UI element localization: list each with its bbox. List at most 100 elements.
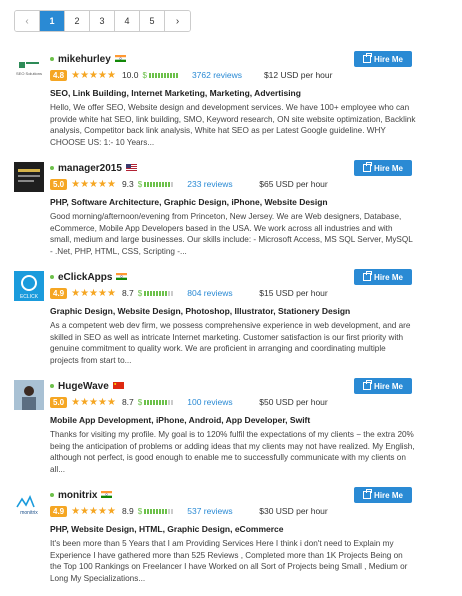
earnings-bar-segment [156, 399, 159, 405]
page-4-button[interactable]: 4 [115, 11, 140, 31]
hire-me-button[interactable]: Hire Me [354, 378, 412, 394]
earnings-bar-segment [168, 181, 171, 187]
country-flag-icon [125, 163, 137, 173]
avatar-text: ECLICK [20, 294, 39, 300]
earnings-bar-segment [144, 508, 147, 514]
rating-badge: 4.8 [50, 69, 68, 81]
earnings-bar-segment [147, 181, 150, 187]
name-row: mikehurley [50, 52, 126, 66]
online-status-dot [50, 384, 54, 388]
avatar[interactable]: monitrix [14, 489, 44, 519]
username-link[interactable]: mikehurley [58, 54, 111, 65]
reviews-link[interactable]: 537 reviews [187, 506, 259, 516]
page-2-button[interactable]: 2 [65, 11, 90, 31]
freelancer-card: manager2015 5.0 ★★★★★ 9.3 $233 reviews $65 US… [0, 157, 462, 266]
next-page-button[interactable]: › [165, 11, 190, 31]
earnings-bar-segment [144, 399, 147, 405]
hire-me-button[interactable]: Hire Me [354, 487, 412, 503]
hourly-rate: $65 USD per hour [259, 179, 328, 189]
profile-description: Hello, We offer SEO, Website design and … [50, 103, 416, 147]
earnings-bar-segment [160, 72, 163, 78]
dollar-icon: $ [137, 288, 143, 298]
reviews-link[interactable]: 804 reviews [187, 288, 259, 298]
earnings-bar-segment [162, 290, 165, 296]
hire-me-button[interactable]: Hire Me [354, 51, 412, 67]
country-flag-icon [101, 490, 113, 500]
hourly-rate: $30 USD per hour [259, 506, 328, 516]
briefcase-icon [363, 489, 373, 499]
earnings-bar-segment [156, 181, 159, 187]
earnings-bar-segment [156, 508, 159, 514]
username-link[interactable]: monitrix [58, 490, 97, 501]
earnings-bar [144, 508, 174, 514]
prev-page-button[interactable]: ‹ [15, 11, 40, 31]
earnings-bar-segment [153, 181, 156, 187]
earnings-bar-segment [162, 181, 165, 187]
name-row: eClickApps [50, 270, 128, 284]
rating-badge: 4.9 [50, 287, 68, 299]
reviews-link[interactable]: 233 reviews [187, 179, 259, 189]
page-3-button[interactable]: 3 [90, 11, 115, 31]
page-5-button[interactable]: 5 [140, 11, 165, 31]
briefcase-icon [363, 271, 373, 281]
rating-badge: 5.0 [50, 178, 68, 190]
name-row: manager2015 [50, 161, 137, 175]
hire-me-label: Hire Me [374, 381, 403, 391]
earnings-bar-segment [175, 72, 178, 78]
earnings-bar-segment [171, 290, 174, 296]
earnings-bar-segment [157, 72, 160, 78]
earnings-bar-segment [159, 508, 162, 514]
earnings-bar-segment [162, 399, 165, 405]
avatar[interactable]: SEO Solutions [14, 53, 44, 83]
hire-me-label: Hire Me [374, 163, 403, 173]
country-flag-icon [114, 54, 126, 64]
freelancer-list: SEO Solutions mikehurley 4.8 ★★★★★ 10.0 $3762… [0, 48, 462, 593]
earnings-bar-segment [147, 290, 150, 296]
star-rating-icon: ★★★★★ [71, 178, 116, 190]
reviews-link[interactable]: 100 reviews [187, 397, 259, 407]
rating-badge: 5.0 [50, 396, 68, 408]
username-link[interactable]: HugeWave [58, 381, 109, 392]
earnings-bar-segment [171, 508, 174, 514]
avatar[interactable] [14, 380, 44, 410]
username-link[interactable]: manager2015 [58, 163, 122, 174]
username-link[interactable]: eClickApps [58, 272, 112, 283]
dollar-icon: $ [142, 70, 147, 80]
earnings-score: 8.7 [121, 397, 134, 407]
pagination: ‹ 1 2 3 4 5 › [14, 10, 191, 32]
earnings-bar-segment [165, 290, 168, 296]
hire-me-label: Hire Me [374, 490, 403, 500]
hire-me-button[interactable]: Hire Me [354, 160, 412, 176]
avatar[interactable]: ECLICK [14, 271, 44, 301]
skills-list: PHP, Website Design, HTML, Graphic Desig… [50, 524, 284, 534]
hire-me-button[interactable]: Hire Me [354, 269, 412, 285]
freelancer-card: HugeWave 5.0 ★★★★★ 8.7 $100 reviews $50 USD p… [0, 375, 462, 484]
earnings-bar-segment [172, 72, 175, 78]
earnings-bar-segment [169, 72, 172, 78]
avatar-text: SEO Solutions [16, 71, 42, 76]
earnings-score: 10.0 [121, 70, 139, 80]
country-flag-icon [112, 381, 124, 391]
earnings-bar-segment [168, 290, 171, 296]
earnings-bar-segment [144, 290, 147, 296]
avatar-text: monitrix [20, 510, 38, 516]
stats-row: 4.9 ★★★★★ 8.7 $804 reviews $15 USD per hour [50, 286, 328, 300]
earnings-bar-segment [147, 508, 150, 514]
earnings-bar-segment [153, 508, 156, 514]
star-rating-icon: ★★★★★ [71, 396, 116, 408]
page-1-button[interactable]: 1 [40, 11, 65, 31]
star-rating-icon: ★★★★★ [71, 287, 116, 299]
earnings-bar-segment [162, 508, 165, 514]
avatar[interactable] [14, 162, 44, 192]
freelancer-card: monitrix monitrix 4.9 ★★★★★ 8.9 $537 reviews $… [0, 484, 462, 593]
earnings-score: 8.7 [121, 288, 134, 298]
country-flag-icon [116, 272, 128, 282]
earnings-bar-segment [153, 290, 156, 296]
online-status-dot [50, 57, 54, 61]
profile-description: As a competent web dev firm, we possess … [50, 321, 411, 365]
reviews-link[interactable]: 3762 reviews [192, 70, 264, 80]
stats-row: 4.9 ★★★★★ 8.9 $537 reviews $30 USD per hour [50, 504, 328, 518]
earnings-bar-segment [156, 290, 159, 296]
earnings-bar-segment [148, 72, 151, 78]
earnings-bar [144, 399, 174, 405]
